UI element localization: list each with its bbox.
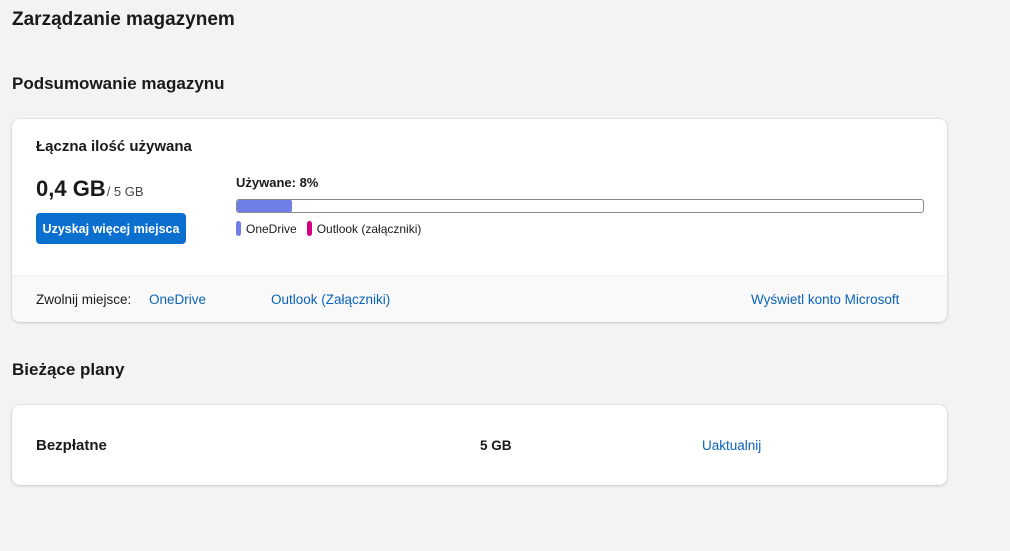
free-space-label: Zwolnij miejsce: [36,292,132,307]
onedrive-swatch [236,221,241,236]
view-microsoft-account-link[interactable]: Wyświetl konto Microsoft [751,292,899,308]
storage-legend: OneDrive Outlook (załączniki) [236,221,431,236]
upgrade-link[interactable]: Uaktualnij [702,438,761,454]
current-plan-card: Bezpłatne 5 GB Uaktualnij [12,405,947,485]
outlook-attachments-link[interactable]: Outlook (Załączniki) [271,292,390,308]
plan-name: Bezpłatne [36,437,107,454]
outlook-swatch [306,221,312,236]
legend-label-onedrive: OneDrive [246,221,297,236]
onedrive-link[interactable]: OneDrive [149,292,206,308]
used-amount: 0,4 GB [36,176,106,201]
used-percentage-label: Używane: 8% [236,175,319,190]
current-plans-heading: Bieżące plany [12,360,125,379]
storage-summary-heading: Podsumowanie magazynu [12,74,225,93]
storage-progress-bar [236,199,924,213]
storage-summary-card: Łączna ilość używana 0,4 GB/ 5 GB Uzyska… [12,119,947,322]
usage-amount: 0,4 GB/ 5 GB [36,175,144,203]
legend-item-outlook: Outlook (załączniki) [306,221,422,236]
legend-item-onedrive: OneDrive [236,221,297,236]
page-title: Zarządzanie magazynem [12,9,235,30]
total-amount: / 5 GB [106,184,144,199]
total-used-heading: Łączna ilość używana [36,138,192,155]
legend-label-outlook: Outlook (załączniki) [316,221,422,236]
get-more-storage-button[interactable]: Uzyskaj więcej miejsca [36,213,186,244]
storage-progress-fill [237,200,292,212]
storage-card-footer: Zwolnij miejsce: OneDrive Outlook (Załąc… [12,275,947,322]
plan-size: 5 GB [480,438,512,453]
